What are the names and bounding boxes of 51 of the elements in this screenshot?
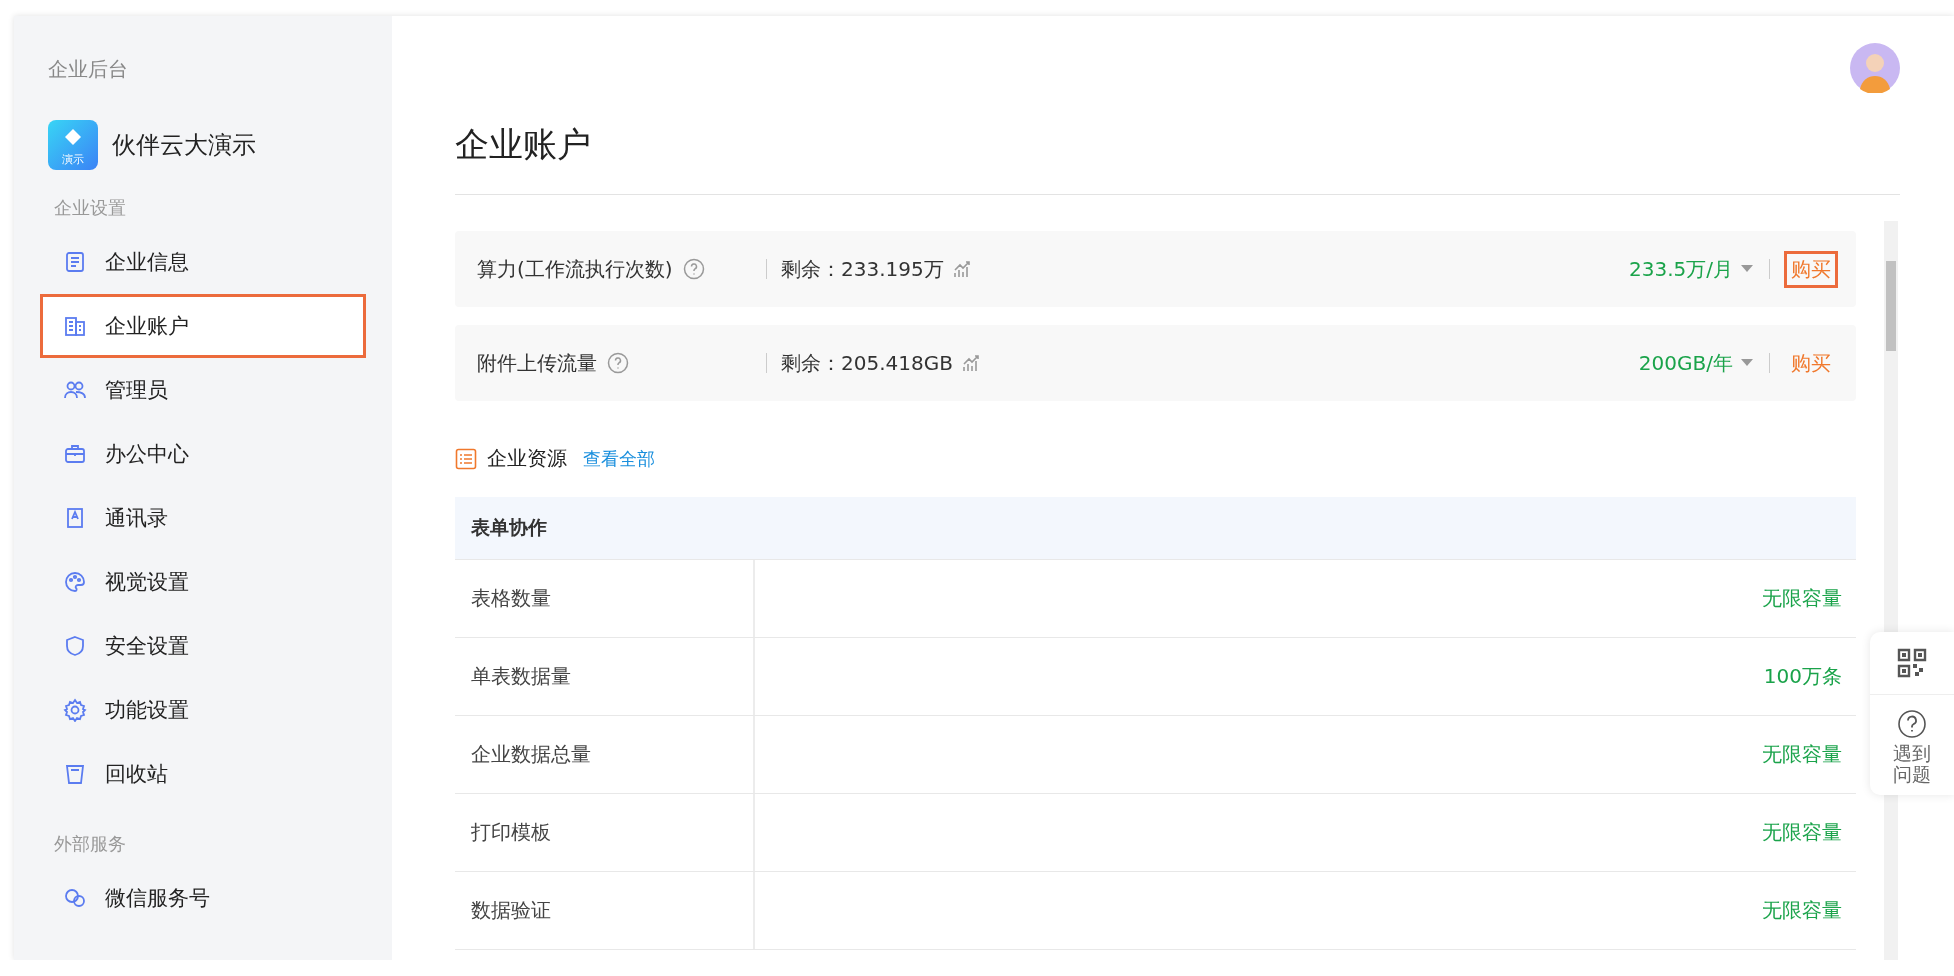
- table-cell: 单表数据量: [455, 638, 755, 715]
- quota-name: 附件上传流量: [477, 349, 597, 377]
- table-cell-text: 无限容量: [1761, 897, 1843, 924]
- sidebar-title: 企业后台: [48, 56, 129, 83]
- sidebar-item[interactable]: 视觉设置: [40, 550, 366, 614]
- table-cell: 企业数据总量: [455, 716, 755, 793]
- shield-icon: [63, 634, 87, 658]
- view-all-link[interactable]: 查看全部: [583, 446, 655, 471]
- trend-chart-icon[interactable]: [951, 259, 972, 279]
- page-title: 企业账户: [455, 123, 592, 166]
- help-icon: [1897, 709, 1927, 739]
- table-group-header: 表单协作: [455, 497, 1856, 560]
- app-logo: 演示: [48, 120, 98, 170]
- remaining-amount: 剩余：233.195万: [781, 255, 944, 283]
- table-cell: 数据验证: [455, 872, 755, 949]
- gear-icon: [63, 698, 87, 722]
- remaining-amount: 剩余：205.418GB: [781, 349, 953, 377]
- trend-chart-icon[interactable]: [960, 353, 981, 373]
- table-cell: 打印模板: [455, 794, 755, 871]
- sidebar-item[interactable]: 安全设置: [40, 614, 366, 678]
- sidebar-item[interactable]: 办公中心: [40, 422, 366, 486]
- qr-code-icon[interactable]: [1897, 648, 1927, 678]
- help-button[interactable]: 遇到问题: [1893, 695, 1931, 795]
- list-icon: [455, 447, 477, 470]
- sidebar-item[interactable]: 微信服务号: [40, 866, 366, 930]
- table-cell-text: 100万条: [1762, 663, 1843, 690]
- table-cell: 表格数量: [455, 560, 755, 637]
- table-cell-text: 无限容量: [1761, 585, 1843, 612]
- section-heading: 外部服务: [54, 832, 127, 856]
- app-name: 伙伴云大演示: [112, 130, 256, 161]
- table-cell-text: 无限容量: [1761, 819, 1843, 846]
- caret-icon[interactable]: [1741, 265, 1753, 273]
- building-icon: [63, 314, 87, 338]
- sidebar-item[interactable]: 企业信息: [40, 230, 366, 294]
- briefcase-icon: [63, 442, 87, 466]
- table-cell-text: 无限容量: [1761, 741, 1843, 768]
- help-icon: [682, 258, 705, 280]
- help-icon: [607, 352, 629, 374]
- sidebar-item[interactable]: 回收站: [40, 742, 366, 806]
- bin-icon: [63, 762, 87, 786]
- section-heading: 企业设置: [54, 196, 127, 220]
- section-title: 企业资源: [487, 445, 567, 472]
- sidebar-item[interactable]: 功能设置: [40, 678, 366, 742]
- sidebar-item[interactable]: 通讯录: [40, 486, 366, 550]
- avatar[interactable]: [1850, 43, 1900, 93]
- sidebar-item[interactable]: 企业账户: [40, 294, 366, 358]
- caret-icon[interactable]: [1741, 359, 1753, 367]
- palette-icon: [63, 570, 87, 594]
- quota-name: 算力(工作流执行次数): [477, 255, 673, 283]
- sidebar-item[interactable]: 管理员: [40, 358, 366, 422]
- document-icon: [63, 250, 87, 274]
